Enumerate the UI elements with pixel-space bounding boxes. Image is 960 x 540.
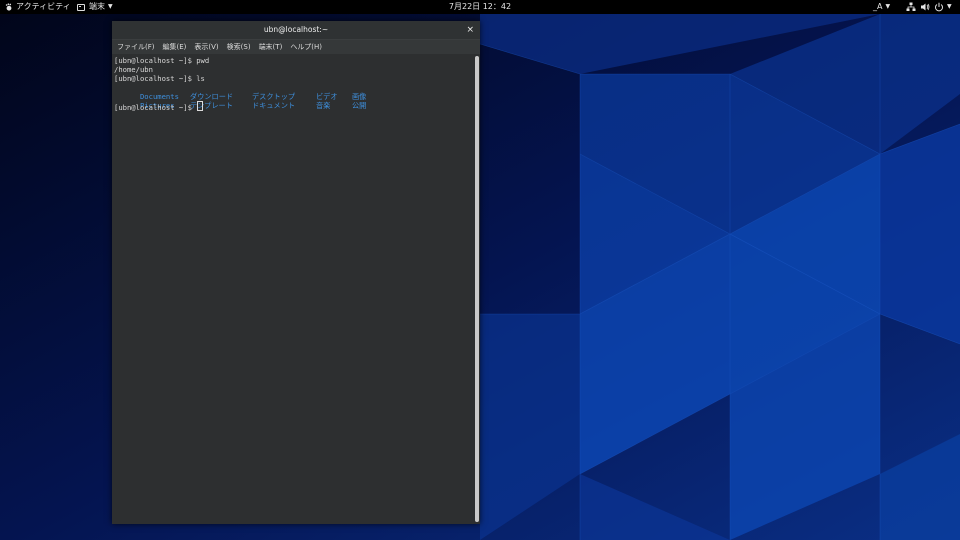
top-bar: アクティビティ 端末 ▼ 7月22日 12：42 _A ▼ ▼ xyxy=(0,0,960,14)
menu-search[interactable]: 検索(S) xyxy=(223,40,255,54)
menu-terminal[interactable]: 端末(T) xyxy=(255,40,287,54)
terminal-window: ubn@localhost:~ × ファイル(F) 編集(E) 表示(V) 検索… xyxy=(112,21,480,524)
menu-help[interactable]: ヘルプ(H) xyxy=(286,40,326,54)
chevron-down-icon: ▼ xyxy=(947,3,952,10)
ls-entry: 画像 xyxy=(351,92,367,101)
input-source-button[interactable]: _A ▼ xyxy=(873,0,890,14)
window-title: ubn@localhost:~ xyxy=(263,25,329,34)
terminal-line: [ubn@localhost ~]$ pwd xyxy=(114,56,210,65)
menu-bar: ファイル(F) 編集(E) 表示(V) 検索(S) 端末(T) ヘルプ(H) xyxy=(112,39,480,54)
ls-entry: ドキュメント xyxy=(251,101,296,110)
ls-entry: 公開 xyxy=(351,101,367,110)
system-menu-button[interactable]: ▼ xyxy=(934,0,952,14)
volume-icon xyxy=(921,3,930,11)
close-button[interactable]: × xyxy=(466,21,474,39)
window-titlebar[interactable]: ubn@localhost:~ × xyxy=(112,21,480,39)
ls-entry: Documents xyxy=(139,92,179,101)
chevron-down-icon: ▼ xyxy=(885,3,891,10)
power-icon xyxy=(935,2,943,12)
terminal-scrollbar[interactable] xyxy=(475,56,479,522)
clock-label: 7月22日 12：42 xyxy=(448,2,512,11)
ls-entry: 音楽 xyxy=(315,101,331,110)
network-icon xyxy=(906,2,916,11)
ls-entry: ビデオ xyxy=(315,92,338,101)
ls-output-row: Documents ダウンロード デスクトップ ビデオ 画像 xyxy=(114,83,474,101)
menu-edit[interactable]: 編集(E) xyxy=(159,40,191,54)
ls-entry: デスクトップ xyxy=(251,92,296,101)
input-source-label: _A xyxy=(873,2,883,11)
menu-file[interactable]: ファイル(F) xyxy=(112,40,159,54)
network-button[interactable] xyxy=(906,0,916,14)
volume-button[interactable] xyxy=(920,0,930,14)
terminal-output[interactable]: [ubn@localhost ~]$ pwd /home/ubn [ubn@lo… xyxy=(112,54,474,524)
ls-entry: ダウンロード xyxy=(189,92,234,101)
text-cursor xyxy=(197,101,204,111)
clock-button[interactable]: 7月22日 12：42 xyxy=(0,0,960,14)
terminal-line: [ubn@localhost ~]$ ls xyxy=(114,74,205,83)
terminal-prompt: [ubn@localhost ~]$ xyxy=(114,103,197,112)
menu-view[interactable]: 表示(V) xyxy=(190,40,222,54)
terminal-line: /home/ubn xyxy=(114,65,153,74)
